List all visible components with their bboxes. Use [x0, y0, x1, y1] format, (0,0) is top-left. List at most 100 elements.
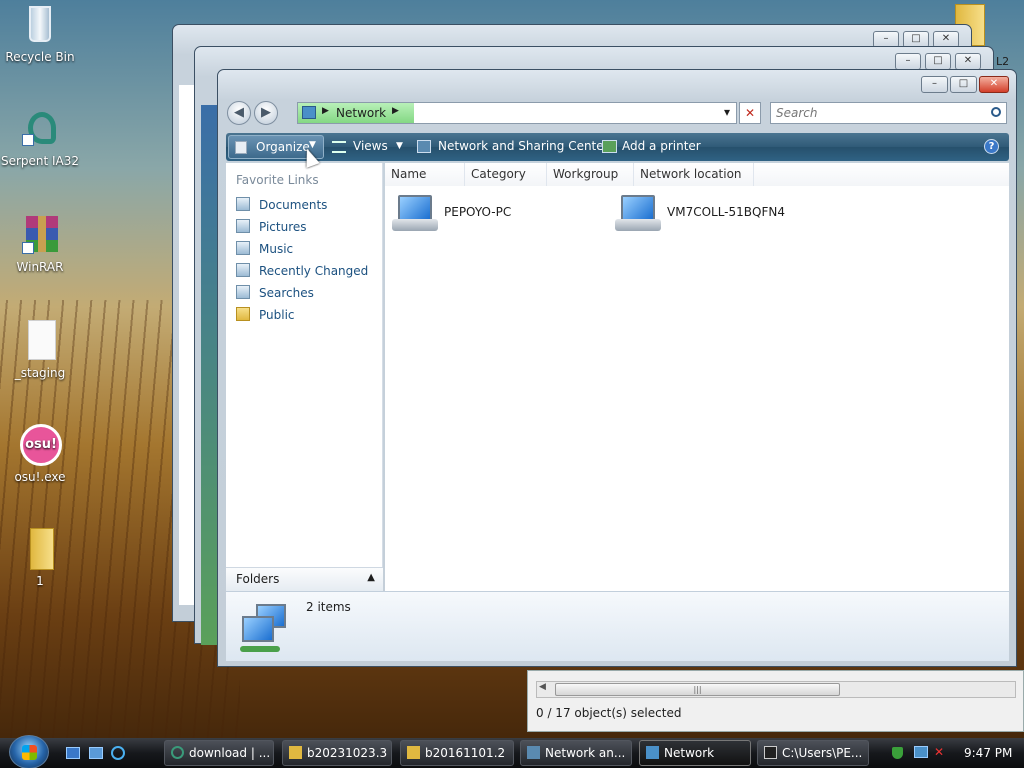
network-computer-item[interactable]: PEPOYO-PC: [392, 193, 552, 237]
address-dropdown-icon[interactable]: ▾: [724, 105, 730, 119]
desktop-icon-folder-1[interactable]: 1: [0, 528, 80, 588]
network-sharing-center-button[interactable]: Network and Sharing Center: [438, 139, 609, 153]
osu-icon: osu!: [20, 424, 62, 466]
scroll-thumb[interactable]: |||: [555, 683, 840, 696]
volume-muted-icon[interactable]: ✕: [934, 745, 944, 759]
column-header-workgroup[interactable]: Workgroup: [547, 163, 634, 186]
favorite-link-pictures[interactable]: Pictures: [236, 219, 307, 234]
search-icon[interactable]: [991, 107, 1001, 117]
back-button[interactable]: ◀: [227, 101, 251, 125]
winrar-icon: [20, 214, 60, 256]
column-header-name[interactable]: Name: [385, 163, 465, 186]
taskbar-button-7zip[interactable]: C:\Users\PE...: [757, 740, 869, 766]
taskbar-label: Network: [664, 746, 715, 760]
organize-icon: [235, 141, 247, 154]
desktop-icon-winrar[interactable]: WinRAR: [0, 214, 80, 274]
desktop-icon-osu[interactable]: osu! osu!.exe: [0, 424, 80, 484]
desktop-icon-label: Serpent IA32: [0, 154, 80, 168]
taskbar-label: Network an...: [545, 746, 626, 760]
column-header-category[interactable]: Category: [465, 163, 547, 186]
folders-toggle[interactable]: Folders ▲: [226, 567, 383, 591]
favorite-link-music[interactable]: Music: [236, 241, 293, 256]
taskbar-button-network[interactable]: Network: [639, 740, 751, 766]
internet-explorer-icon[interactable]: [111, 746, 125, 760]
search-placeholder: Search: [776, 106, 818, 120]
details-pane: 2 items: [226, 591, 1009, 661]
desktop-icon-serpent[interactable]: Serpent IA32: [0, 108, 80, 168]
breadcrumb-arrow-icon[interactable]: ▶: [322, 106, 329, 116]
taskbar-label: download | ...: [189, 746, 271, 760]
favorite-link-documents[interactable]: Documents: [236, 197, 327, 212]
recently-changed-icon: [236, 263, 250, 277]
computer-icon: [392, 193, 438, 233]
serpent-shortcut-icon: [20, 108, 60, 150]
horizontal-scrollbar[interactable]: ◀ |||: [536, 681, 1016, 698]
favorite-link-label: Public: [259, 308, 295, 322]
desktop-icon-recycle-bin[interactable]: Recycle Bin: [0, 4, 80, 64]
favorite-link-recently-changed[interactable]: Recently Changed: [236, 263, 368, 278]
address-bar-row: ◀ ▶ ▶ Network ▶ ▾ ✕ Search: [227, 100, 1007, 128]
osu-logo-text: osu!: [20, 424, 62, 466]
computer-icon: [615, 193, 661, 233]
file-icon: [20, 320, 60, 362]
favorite-links-heading: Favorite Links: [236, 173, 319, 187]
minimize-button[interactable]: –: [895, 53, 921, 70]
chevron-down-icon[interactable]: ▼: [396, 141, 403, 151]
favorite-link-public[interactable]: Public: [236, 307, 295, 322]
network-computer-item[interactable]: VM7COLL-51BQFN4: [615, 193, 815, 237]
taskbar-label: b20231023.3: [307, 746, 388, 760]
file-list: Name Category Workgroup Network location…: [385, 163, 1009, 591]
network-center-icon: [527, 746, 540, 759]
security-shield-icon[interactable]: [892, 747, 903, 759]
taskbar-button-network-center[interactable]: Network an...: [520, 740, 632, 766]
navigation-pane: Favorite Links Documents Pictures Music …: [226, 163, 383, 589]
maximize-button[interactable]: □: [950, 76, 977, 93]
add-printer-button[interactable]: Add a printer: [622, 139, 701, 153]
taskbar-button-download[interactable]: download | ...: [164, 740, 274, 766]
computer-name: VM7COLL-51BQFN4: [667, 205, 785, 219]
clock[interactable]: 9:47 PM: [964, 746, 1012, 760]
download-app-icon: [171, 746, 184, 759]
folders-label: Folders: [236, 572, 280, 586]
column-header-network-location[interactable]: Network location: [634, 163, 754, 186]
stop-button[interactable]: ✕: [739, 102, 761, 124]
maximize-button[interactable]: □: [925, 53, 951, 70]
minimize-button[interactable]: –: [921, 76, 948, 93]
desktop-icon-label: WinRAR: [16, 260, 64, 274]
taskbar-label: C:\Users\PE...: [782, 746, 863, 760]
close-button[interactable]: ✕: [979, 76, 1009, 93]
chevron-up-icon: ▲: [367, 572, 375, 583]
documents-icon: [236, 197, 250, 211]
windows-logo-icon: [22, 745, 37, 760]
taskbar-button-folder[interactable]: b20231023.3: [282, 740, 392, 766]
music-icon: [236, 241, 250, 255]
switch-windows-icon[interactable]: [89, 747, 103, 759]
column-label: Name: [391, 167, 427, 181]
folder-icon: [407, 746, 420, 759]
search-input[interactable]: Search: [770, 102, 1007, 124]
favorite-link-label: Pictures: [259, 220, 307, 234]
network-tray-icon[interactable]: [914, 746, 928, 758]
views-button[interactable]: Views: [353, 139, 388, 153]
favorite-link-searches[interactable]: Searches: [236, 285, 314, 300]
public-folder-icon: [236, 307, 250, 321]
searches-icon: [236, 285, 250, 299]
views-icon: [332, 141, 346, 153]
start-button[interactable]: [9, 735, 49, 768]
breadcrumb-network[interactable]: Network: [336, 106, 386, 120]
show-desktop-icon[interactable]: [66, 747, 80, 759]
help-icon[interactable]: ?: [984, 139, 999, 154]
desktop-icon-label: osu!.exe: [14, 470, 66, 484]
breadcrumb-arrow-icon[interactable]: ▶: [392, 106, 399, 116]
forward-button[interactable]: ▶: [254, 101, 278, 125]
scroll-left-arrow[interactable]: ◀: [539, 682, 546, 692]
folder-icon: [20, 528, 60, 570]
taskbar-button-folder[interactable]: b20161101.2: [400, 740, 514, 766]
favorite-link-label: Music: [259, 242, 294, 256]
desktop-icon-label: 1: [36, 574, 44, 588]
address-bar[interactable]: ▶ Network ▶ ▾: [297, 102, 737, 124]
close-button[interactable]: ✕: [955, 53, 981, 70]
background-file-manager[interactable]: ◀ ||| 0 / 17 object(s) selected: [527, 670, 1024, 732]
desktop-icon-staging[interactable]: _staging: [0, 320, 80, 380]
status-text: 0 / 17 object(s) selected: [536, 706, 682, 720]
